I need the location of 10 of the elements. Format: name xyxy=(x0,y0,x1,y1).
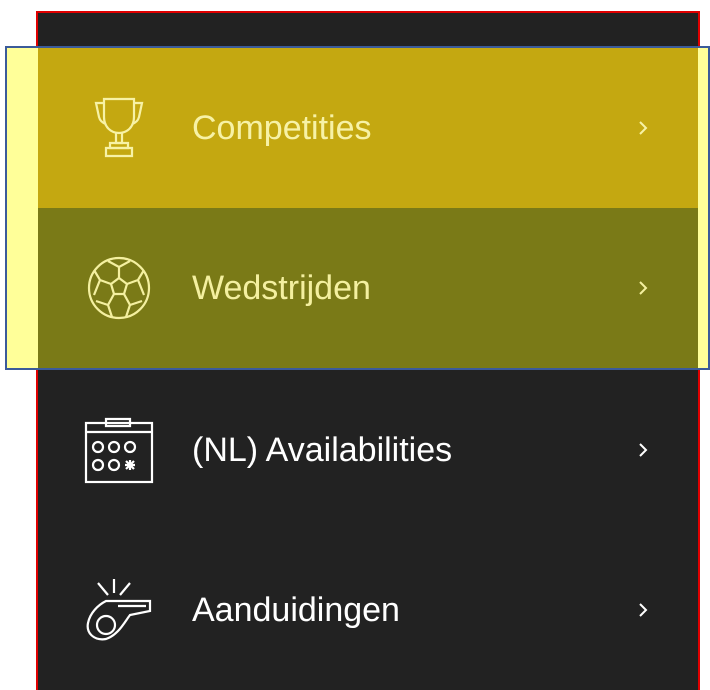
chevron-right-icon xyxy=(638,280,648,296)
menu-label: Wedstrijden xyxy=(192,268,372,308)
chevron-right-icon xyxy=(638,602,648,618)
chevron-right-icon xyxy=(638,120,648,136)
calendar-icon xyxy=(84,415,154,485)
menu-label: Competities xyxy=(192,108,373,148)
menu-item[interactable]: Wedstrijden xyxy=(38,208,698,368)
menu-label: Aanduidingen xyxy=(192,590,401,630)
menu-label: (NL) Availabilities xyxy=(192,430,454,470)
chevron-right-icon xyxy=(638,442,648,458)
